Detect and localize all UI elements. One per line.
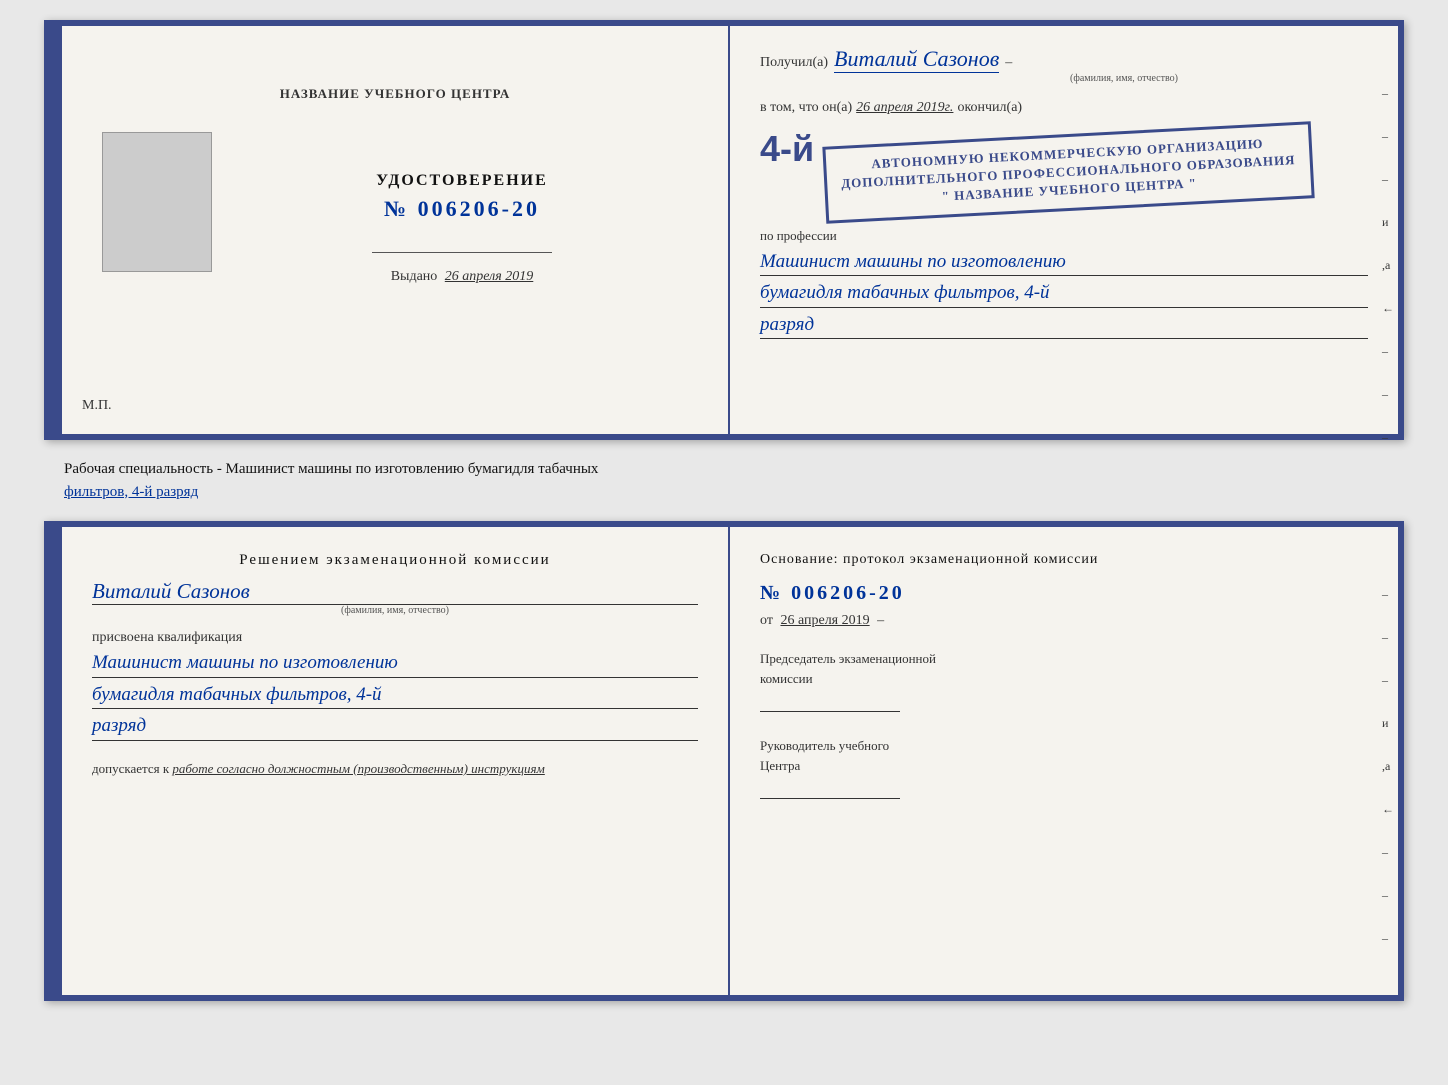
poluchil-prefix: Получил(а) [760, 55, 828, 71]
school-name-top: НАЗВАНИЕ УЧЕБНОГО ЦЕНТРА [280, 86, 511, 102]
bottom-right-panel: Основание: протокол экзаменационной коми… [730, 527, 1398, 995]
vydano-label: Выдано [391, 269, 438, 284]
rukovoditel-block: Руководитель учебного Центра [760, 736, 1368, 799]
certificate-top: НАЗВАНИЕ УЧЕБНОГО ЦЕНТРА УДОСТОВЕРЕНИЕ №… [44, 20, 1404, 440]
decision-title: Решением экзаменационной комиссии [92, 552, 698, 569]
dopuskaetsya-line: допускается к работе согласно должностны… [92, 761, 698, 777]
okonchil: окончил(а) [957, 100, 1022, 116]
kvali-name2: бумагидля табачных фильтров, 4-й [92, 682, 698, 710]
professii-label: по профессии [760, 228, 837, 243]
decision-name: Виталий Сазонов [92, 579, 698, 605]
ot-prefix: от [760, 613, 773, 628]
udost-number: № 006206-20 [384, 196, 540, 222]
prisvoyena-label: присвоена квалификация [92, 630, 698, 646]
udost-title: УДОСТОВЕРЕНИЕ [376, 172, 548, 190]
certificate-bottom: Решением экзаменационной комиссии Витали… [44, 521, 1404, 1001]
fio-sublabel: (фамилия, имя, отчество) [92, 605, 698, 616]
professii-name3: разряд [760, 312, 1368, 340]
poluchil-name: Виталий Сазонов [834, 46, 999, 73]
dopusk-prefix: допускается к [92, 761, 169, 776]
rukovoditel-label2: Центра [760, 756, 1368, 776]
predsedatel-block: Председатель экзаменационной комиссии [760, 649, 1368, 712]
predsedatel-signature-line [760, 696, 900, 712]
ot-date: 26 апреля 2019 [780, 613, 869, 628]
dash: – [1005, 55, 1012, 71]
stamp-number: 4-й [760, 128, 814, 170]
kvali-name3: разряд [92, 713, 698, 741]
mp-label: М.П. [82, 398, 112, 414]
vtom-prefix: в том, что он(а) [760, 100, 852, 116]
middle-text-main: Рабочая специальность - Машинист машины … [64, 461, 598, 477]
vydano-date: 26 апреля 2019 [445, 269, 533, 284]
stamp-text: АВТОНОМНУЮ НЕКОММЕРЧЕСКУЮ ОРГАНИЗАЦИЮ ДО… [822, 121, 1314, 223]
middle-text-underline: фильтров, 4-й разряд [64, 484, 198, 500]
kvali-name1: Машинист машины по изготовлению [92, 650, 698, 678]
poluchil-sublabel: (фамилия, имя, отчество) [880, 73, 1368, 84]
osnovanie-title: Основание: протокол экзаменационной коми… [760, 552, 1368, 568]
edge-marks-top: – – – и ,а ← – – – [1382, 86, 1394, 445]
vtom-date: 26 апреля 2019г. [856, 100, 953, 116]
ot-line: от 26 апреля 2019 – [760, 613, 1368, 629]
top-right-panel: Получил(а) Виталий Сазонов – (фамилия, и… [730, 26, 1398, 434]
proto-number: № 006206-20 [760, 582, 1368, 605]
top-left-panel: НАЗВАНИЕ УЧЕБНОГО ЦЕНТРА УДОСТОВЕРЕНИЕ №… [62, 26, 730, 434]
rukovoditel-label1: Руководитель учебного [760, 736, 1368, 756]
middle-text-block: Рабочая специальность - Машинист машины … [44, 450, 1404, 511]
spine-bottom [50, 527, 62, 995]
edge-marks-bottom: – – – и ,а ← – – – [1382, 587, 1394, 946]
bottom-left-panel: Решением экзаменационной комиссии Витали… [62, 527, 730, 995]
dopusk-text: работе согласно должностным (производств… [172, 761, 544, 776]
predsedatel-label2: комиссии [760, 669, 1368, 689]
professii-block: по профессии Машинист машины по изготовл… [760, 227, 1368, 340]
rukovoditel-signature-line [760, 783, 900, 799]
spine-left [50, 26, 62, 434]
professii-name1: Машинист машины по изготовлению [760, 249, 1368, 277]
photo-placeholder [102, 132, 212, 272]
predsedatel-label1: Председатель экзаменационной [760, 649, 1368, 669]
professii-name2: бумагидля табачных фильтров, 4-й [760, 280, 1368, 308]
